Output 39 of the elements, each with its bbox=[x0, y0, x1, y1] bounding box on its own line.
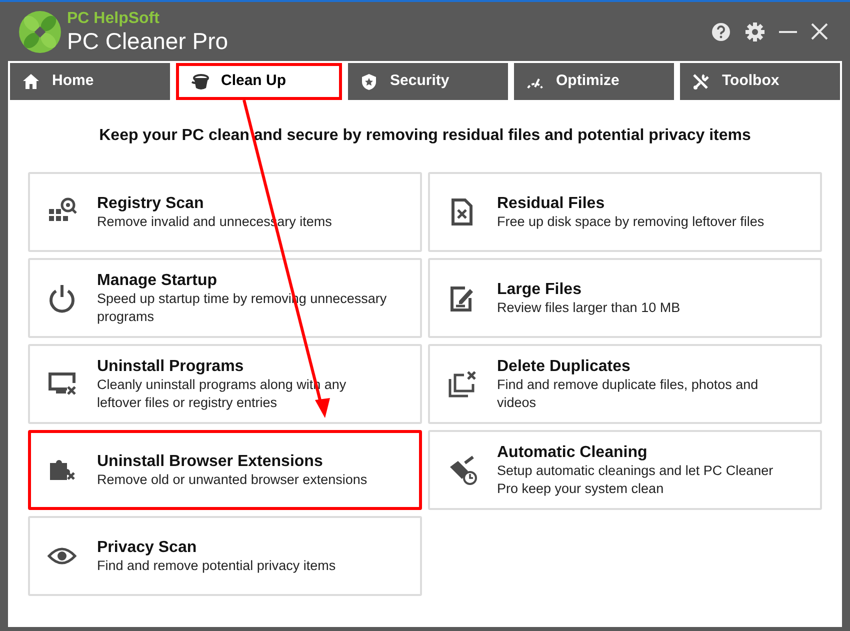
help-icon[interactable] bbox=[711, 22, 731, 42]
feature-card[interactable]: Residual Files Free up disk space by removing leftover files bbox=[428, 172, 822, 252]
house-icon bbox=[22, 72, 40, 90]
close-icon[interactable] bbox=[811, 23, 828, 40]
card-title: Uninstall Browser Extensions bbox=[97, 452, 324, 470]
card-description: Remove old or unwanted browser extensions bbox=[97, 470, 368, 488]
page-heading: Keep your PC clean and secure by removing residual files and potential privacy items bbox=[98, 126, 752, 146]
feature-card[interactable]: Large Files Review files larger than 10 MB bbox=[428, 258, 822, 338]
card-title: Registry Scan bbox=[97, 194, 205, 212]
feature-card[interactable]: Privacy Scan Find and remove potential privacy items bbox=[28, 516, 422, 596]
nav-tab[interactable]: Security bbox=[348, 63, 508, 100]
brand-name: PC HelpSoft bbox=[67, 10, 160, 26]
card-description: Find and remove duplicate files, photos and videos bbox=[497, 376, 760, 412]
minimize-icon[interactable] bbox=[779, 30, 797, 34]
nav-tab[interactable]: Toolbox bbox=[680, 63, 840, 100]
leaf-logo-icon bbox=[18, 10, 62, 54]
card-description: Setup automatic cleanings and let PC Cleaner Pro keep your system clean bbox=[497, 462, 774, 498]
shield-icon bbox=[360, 72, 378, 90]
nav-tab[interactable]: Home bbox=[10, 63, 170, 100]
nav-tab[interactable]: Optimize bbox=[514, 63, 674, 100]
card-description: Review files larger than 10 MB bbox=[497, 298, 680, 316]
card-title: Automatic Cleaning bbox=[497, 442, 648, 462]
card-title: Uninstall Programs bbox=[97, 356, 245, 376]
card-title: Delete Duplicates bbox=[497, 356, 632, 376]
settings-icon[interactable] bbox=[745, 22, 765, 42]
card-title: Privacy Scan bbox=[97, 538, 198, 556]
card-description: Find and remove potential privacy items bbox=[97, 556, 336, 574]
copy-x-icon bbox=[446, 369, 478, 399]
card-title: Manage Startup bbox=[97, 270, 218, 290]
nav-tab[interactable]: Clean Up bbox=[176, 63, 342, 100]
bucket-icon bbox=[191, 72, 209, 90]
feature-card[interactable]: Automatic Cleaning Setup automatic cleanings and let PC Cleaner Pro keep your system clean bbox=[428, 430, 822, 510]
card-description: Free up disk space by removing leftover files bbox=[497, 212, 764, 230]
card-title: Residual Files bbox=[497, 194, 606, 212]
app-title: PC Cleaner Pro bbox=[67, 30, 228, 52]
card-title: Large Files bbox=[497, 280, 582, 298]
tools-icon bbox=[692, 72, 710, 90]
feature-card[interactable]: Delete Duplicates Find and remove duplicate files, photos and videos bbox=[428, 344, 822, 424]
feature-card[interactable]: Uninstall Browser Extensions Remove old or unwanted browser extensions bbox=[28, 430, 422, 510]
